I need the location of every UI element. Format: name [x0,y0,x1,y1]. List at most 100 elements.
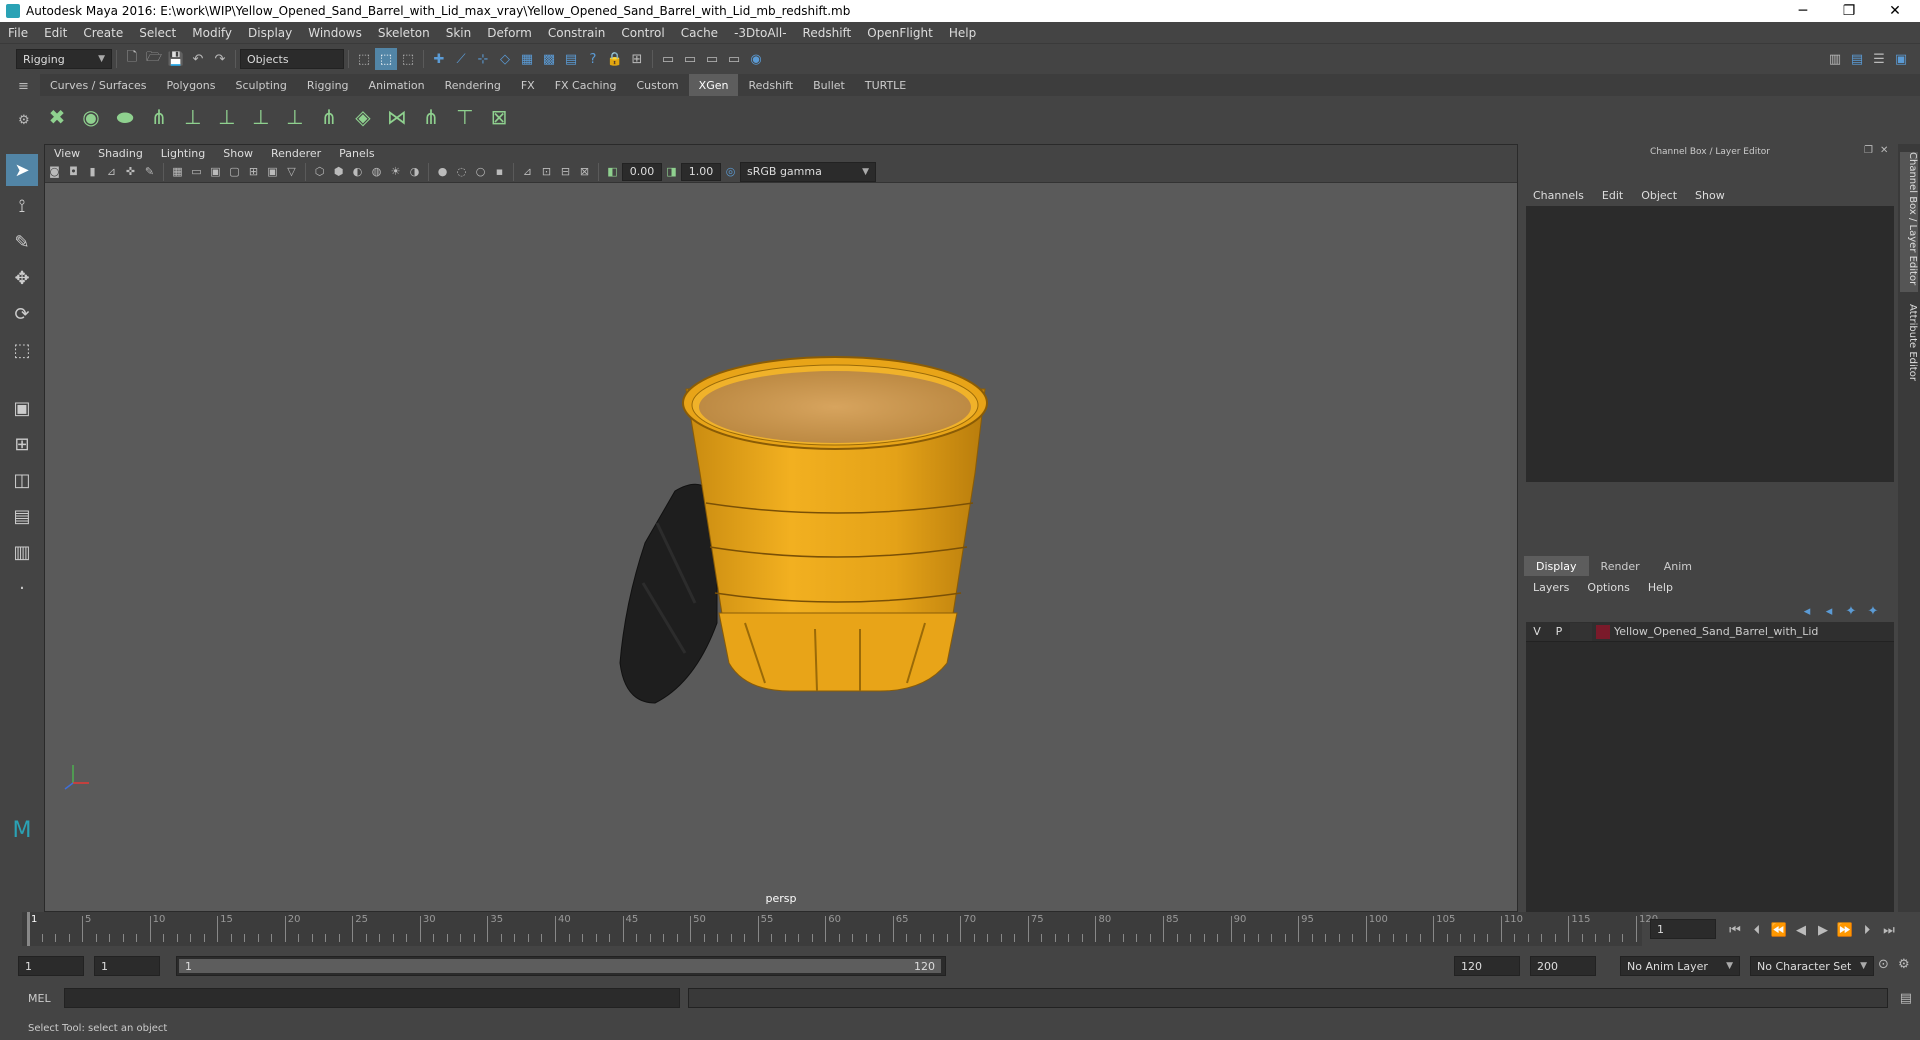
gamma-icon[interactable]: ◨ [662,162,681,182]
toolsettings-icon[interactable]: ☰ [1868,48,1890,70]
grease-pencil-icon[interactable]: ✎ [140,162,159,182]
snap-history-icon[interactable]: ▤ [560,48,582,70]
layer-tab-anim[interactable]: Anim [1652,556,1704,576]
range-bar[interactable]: 1 120 [176,956,946,976]
viewport-panel[interactable]: View Shading Lighting Show Renderer Panels ◙ … [44,144,1518,912]
viewport-menu-lighting[interactable]: Lighting [152,147,214,160]
mode-dropdown[interactable]: Rigging ▼ [16,49,112,69]
lasso-tool-icon[interactable]: ⟟ [6,190,38,222]
menu-help[interactable]: Help [941,26,984,40]
render-frame-icon[interactable]: ▭ [657,48,679,70]
image-plane-icon[interactable]: ⊿ [102,162,121,182]
shelf-tab-curves-surfaces[interactable]: Curves / Surfaces [40,74,157,96]
menu-openflight[interactable]: OpenFlight [859,26,941,40]
minimize-button[interactable]: ─ [1780,0,1826,22]
barrel-lid[interactable] [619,483,718,704]
camera-icon[interactable]: ◙ [45,162,64,182]
xgen-place-icon[interactable]: ⊥ [178,101,208,133]
channel-list-area[interactable] [1526,206,1894,482]
xgen-add-guides-icon[interactable]: ⋔ [144,101,174,133]
close-panel-icon[interactable]: ✕ [1880,146,1888,156]
menu-constrain[interactable]: Constrain [540,26,614,40]
select-tool-icon[interactable]: ➤ [6,154,38,186]
xgen-select-icon[interactable]: ⊠ [484,101,514,133]
layer-visibility-toggle[interactable]: V [1526,623,1548,641]
close-button[interactable]: ✕ [1872,0,1918,22]
dof-icon[interactable]: ▪ [490,162,509,182]
layer-tab-render[interactable]: Render [1589,556,1652,576]
shelf-tab-animation[interactable]: Animation [359,74,435,96]
hypershade-icon[interactable]: ▭ [723,48,745,70]
playback-end-field[interactable]: 120 [1454,956,1520,976]
xgen-lock-icon[interactable]: ⊥ [280,101,310,133]
xgen-groom-icon[interactable]: ⋈ [382,101,412,133]
select-component-icon[interactable]: ⬚ [397,48,419,70]
scale-tool-icon[interactable]: ⬚ [6,334,38,366]
cmd-language-label[interactable]: MEL [28,992,60,1005]
shadows-icon[interactable]: ◑ [405,162,424,182]
layer-type-toggle[interactable] [1570,622,1592,641]
viewport-menu-view[interactable]: View [45,147,89,160]
snap-surface-icon[interactable]: ▦ [516,48,538,70]
layer-menu-layers[interactable]: Layers [1524,581,1578,594]
wireframe-icon[interactable]: ⬡ [310,162,329,182]
channelbox-menu-channels[interactable]: Channels [1524,189,1593,202]
layout-graph-icon[interactable]: ▥ [6,536,38,568]
open-scene-icon[interactable]: 🗁 [143,48,165,70]
current-time-marker[interactable] [27,912,30,946]
layout-outliner-icon[interactable]: ▤ [6,500,38,532]
move-layer-down-icon[interactable]: ◂ [1818,600,1840,622]
side-tab-attribute-editor[interactable]: Attribute Editor [1900,304,1918,394]
selection-mask-dropdown[interactable]: Objects [240,49,344,69]
menu-cache[interactable]: Cache [673,26,726,40]
film-gate-icon[interactable]: ▭ [187,162,206,182]
xgen-guide-icon[interactable]: ⊥ [212,101,242,133]
paint-select-icon[interactable]: ✎ [6,226,38,258]
ipr-render-icon[interactable]: ▭ [679,48,701,70]
restore-button[interactable]: ❐ [1826,0,1872,22]
time-slider-track[interactable]: 1 5 10 15 20 25 30 35 40 45 50 55 60 65 70 75 80 85 90 95 10… [22,912,1658,946]
layout-single-icon[interactable]: ▣ [6,392,38,424]
menu-redshift[interactable]: Redshift [795,26,860,40]
render-view-icon[interactable]: ◉ [745,48,767,70]
camera-attr-icon[interactable]: ◘ [64,162,83,182]
layout-four-icon[interactable]: ⊞ [6,428,38,460]
shelf-tab-sculpting[interactable]: Sculpting [225,74,296,96]
xgen-comb-icon[interactable]: ⋔ [416,101,446,133]
menu-select[interactable]: Select [131,26,184,40]
undo-icon[interactable]: ↶ [187,48,209,70]
channelbox-menu-edit[interactable]: Edit [1593,189,1632,202]
motion-blur-icon[interactable]: ◌ [452,162,471,182]
shelf-tab-custom[interactable]: Custom [627,74,689,96]
new-scene-icon[interactable]: 🗋 [121,48,143,70]
channelbox-menu-show[interactable]: Show [1686,189,1734,202]
snap-live-icon[interactable]: ▩ [538,48,560,70]
shelf-tab-turtle[interactable]: TURTLE [855,74,916,96]
layer-color-swatch[interactable] [1596,624,1610,639]
layout-more-icon[interactable]: · [6,572,38,604]
textured-icon[interactable]: ◍ [367,162,386,182]
resolution-gate-icon[interactable]: ▣ [206,162,225,182]
shelf-tab-fx[interactable]: FX [511,74,545,96]
smooth-shade-icon[interactable]: ⬢ [329,162,348,182]
viewport-menu-show[interactable]: Show [214,147,262,160]
wire-on-shaded-icon[interactable]: ◐ [348,162,367,182]
range-handle[interactable]: 1 120 [179,959,941,973]
xgen-grass-icon[interactable]: ⋔ [314,101,344,133]
safe-title-icon[interactable]: ▽ [282,162,301,182]
xgen-sculpt-icon[interactable]: ⊥ [246,101,276,133]
xgen-x-icon[interactable]: ✖ [42,101,72,133]
bookmark-icon[interactable]: ▮ [83,162,102,182]
move-tool-icon[interactable]: ✥ [6,262,38,294]
gate-mask-icon[interactable]: ▢ [225,162,244,182]
shelf-tab-fx-caching[interactable]: FX Caching [545,74,627,96]
shelf-menu-icon[interactable]: ≡ [18,80,29,93]
xgen-eye-icon[interactable]: ◉ [76,101,106,133]
viewport-menu-renderer[interactable]: Renderer [262,147,330,160]
shelf-tab-xgen[interactable]: XGen [688,74,739,96]
channelbox-menu-object[interactable]: Object [1632,189,1686,202]
2d-pan-icon[interactable]: ✜ [121,162,140,182]
layout-icon[interactable]: ▥ [1824,48,1846,70]
select-hierarchy-icon[interactable]: ⬚ [353,48,375,70]
script-editor-icon[interactable]: ▤ [1900,992,1912,1005]
